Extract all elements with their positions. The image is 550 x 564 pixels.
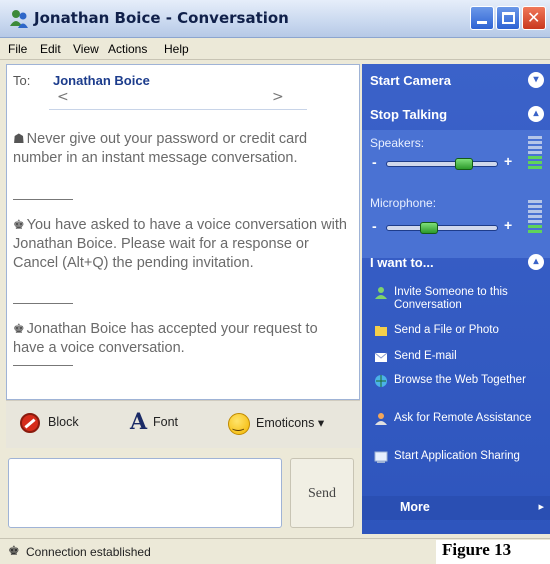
conversation-window: Jonathan Boice - Conversation ✕ File Edi…: [0, 0, 550, 564]
security-person-icon: ☗: [13, 131, 25, 146]
title-bar[interactable]: Jonathan Boice - Conversation ✕: [0, 0, 550, 38]
task-label: Ask for Remote Assistance: [394, 412, 532, 424]
close-icon: ✕: [527, 8, 541, 27]
task-send-email[interactable]: Send E-mail: [374, 350, 546, 363]
microphone-minus-icon[interactable]: -: [372, 218, 377, 234]
block-button[interactable]: Block: [48, 415, 79, 429]
message-warning: ☗ Never give out your password or credit …: [13, 129, 353, 168]
window-title: Jonathan Boice - Conversation: [34, 9, 289, 27]
voice-person-icon: ♚: [13, 217, 25, 232]
emoticons-button[interactable]: Emoticons ▾: [256, 415, 324, 430]
contact-prev-button[interactable]: <: [57, 89, 69, 105]
microphone-slider-thumb[interactable]: [420, 222, 438, 234]
message-text: Jonathan Boice has accepted your request…: [13, 321, 318, 356]
speakers-slider-thumb[interactable]: [455, 158, 473, 170]
message-voice-request: ♚ You have asked to have a voice conversa…: [13, 215, 353, 273]
message-voice-accepted: ♚ Jonathan Boice has accepted your reques…: [13, 319, 353, 358]
invite-person-icon: [375, 287, 387, 299]
menu-edit[interactable]: Edit: [40, 42, 61, 56]
speakers-label: Speakers:: [370, 136, 425, 150]
microphone-label: Microphone:: [370, 196, 437, 210]
block-icon[interactable]: [20, 413, 40, 433]
font-button[interactable]: Font: [153, 415, 178, 429]
envelope-icon: [374, 352, 388, 362]
contact-next-button[interactable]: >: [272, 89, 284, 105]
message-divider: [13, 199, 73, 200]
conversation-history[interactable]: To: Jonathan Boice < > ☗ Never give out y…: [6, 64, 360, 400]
menu-actions[interactable]: Actions: [108, 42, 147, 56]
connection-icon: ♚: [8, 544, 20, 559]
app-sharing-icon: [374, 451, 388, 463]
speakers-plus-icon[interactable]: +: [504, 153, 512, 169]
more-button[interactable]: More ▸: [362, 496, 550, 520]
task-label: Send a File or Photo: [394, 324, 499, 336]
minimize-button[interactable]: [470, 6, 494, 30]
speakers-level-meter: [528, 136, 542, 171]
to-label: To:: [13, 73, 31, 88]
stop-talking-label: Stop Talking: [370, 107, 448, 122]
speakers-slider[interactable]: [386, 158, 498, 170]
message-divider: [13, 303, 73, 304]
send-button[interactable]: Send: [290, 458, 354, 528]
microphone-level-meter: [528, 200, 542, 235]
maximize-icon: [502, 12, 515, 24]
collapse-chevron-icon[interactable]: ▴: [528, 106, 544, 122]
task-label: Start Application Sharing: [394, 450, 520, 462]
task-label: Send E-mail: [394, 350, 457, 362]
task-label: Browse the Web Together: [394, 374, 526, 386]
task-send-file[interactable]: Send a File or Photo: [374, 324, 546, 337]
contact-name[interactable]: Jonathan Boice: [53, 73, 150, 88]
task-pane: Start Camera ▾ Stop Talking ▴ Speakers: …: [362, 64, 550, 534]
start-camera-button[interactable]: Start Camera ▾: [362, 68, 550, 94]
font-icon[interactable]: A: [130, 409, 147, 435]
message-text: You have asked to have a voice conversat…: [13, 217, 347, 271]
smiley-icon[interactable]: [228, 413, 250, 435]
messenger-buddy-icon: [10, 10, 28, 28]
microphone-slider[interactable]: [386, 222, 498, 234]
start-camera-label: Start Camera: [370, 73, 451, 88]
voice-person-icon: ♚: [13, 321, 25, 336]
minimize-icon: [477, 21, 487, 24]
menu-file[interactable]: File: [8, 42, 27, 56]
menu-bar: File Edit View Actions Help: [0, 38, 550, 60]
status-text: Connection established: [26, 545, 151, 559]
task-app-sharing[interactable]: Start Application Sharing: [374, 450, 546, 463]
close-button[interactable]: ✕: [522, 6, 546, 30]
microphone-plus-icon[interactable]: +: [504, 217, 512, 233]
figure-caption: Figure 13: [436, 540, 550, 564]
collapse-chevron-icon[interactable]: ▴: [528, 254, 544, 270]
stop-talking-button[interactable]: Stop Talking ▴: [362, 102, 550, 128]
chevron-right-icon: ▸: [538, 500, 544, 513]
volume-panel: Speakers: - + Microphone: - +: [362, 130, 550, 258]
folder-photo-icon: [375, 326, 387, 336]
remote-assistance-icon: [375, 413, 387, 425]
i-want-to-header[interactable]: I want to... ▴: [362, 250, 550, 276]
message-input[interactable]: [8, 458, 282, 528]
task-browse-web[interactable]: Browse the Web Together: [374, 374, 546, 387]
i-want-to-label: I want to...: [370, 255, 434, 270]
more-label: More: [400, 500, 430, 514]
compose-toolbar: Block A Font Emoticons ▾: [6, 400, 360, 448]
globe-people-icon: [375, 375, 387, 387]
maximize-button[interactable]: [496, 6, 520, 30]
message-text: Never give out your password or credit c…: [13, 131, 308, 166]
to-divider: [49, 109, 307, 110]
task-label: Invite Someone to this Conversation: [394, 286, 508, 311]
menu-help[interactable]: Help: [164, 42, 189, 56]
expand-chevron-icon[interactable]: ▾: [528, 72, 544, 88]
speakers-minus-icon[interactable]: -: [372, 154, 377, 170]
task-remote-assistance[interactable]: Ask for Remote Assistance: [374, 412, 546, 425]
message-divider: [13, 365, 73, 366]
task-invite[interactable]: Invite Someone to this Conversation: [374, 286, 546, 312]
menu-view[interactable]: View: [73, 42, 99, 56]
